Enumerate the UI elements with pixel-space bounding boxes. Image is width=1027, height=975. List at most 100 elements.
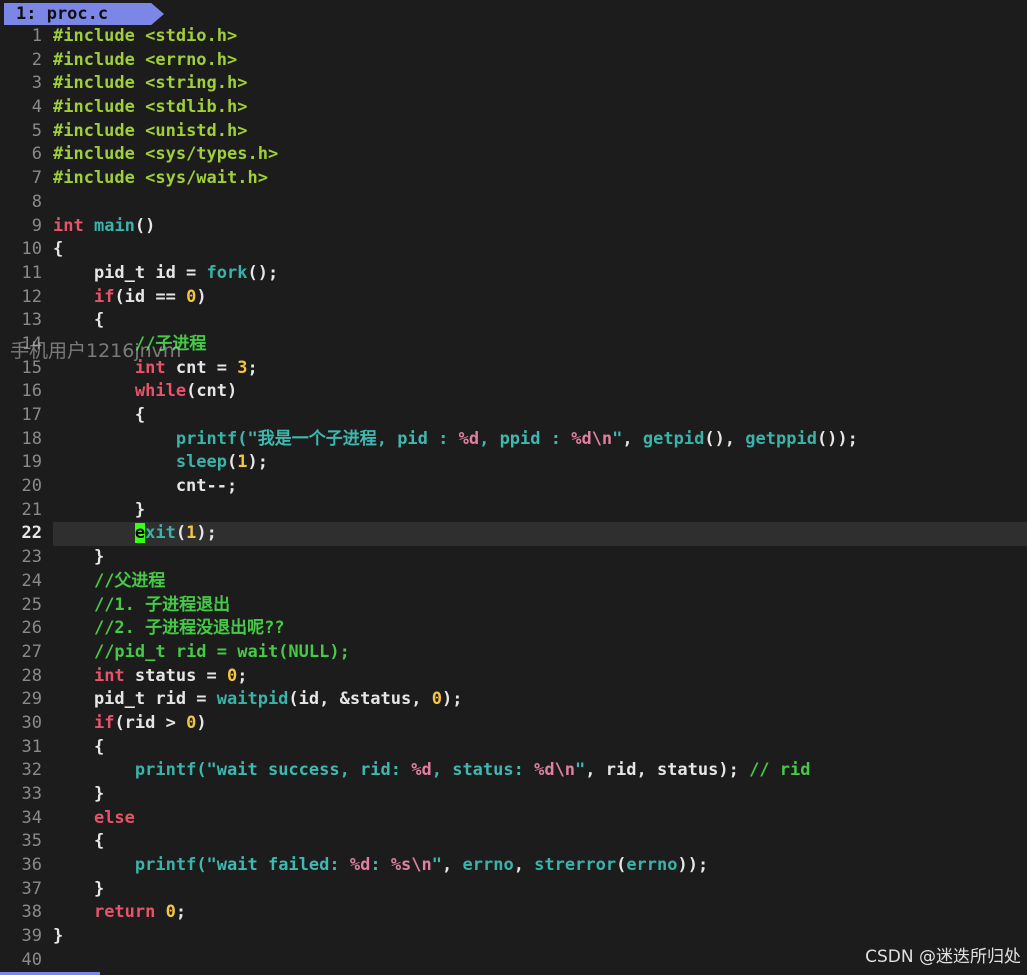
code-line[interactable]: 31 { — [0, 736, 1027, 760]
code-line[interactable]: 9 int main() — [0, 215, 1027, 239]
code-token: while — [134, 381, 187, 402]
line-code: printf("我是一个子进程, pid : %d, ppid : %d\n",… — [53, 428, 858, 452]
line-number: 33 — [21, 784, 42, 804]
code-line[interactable]: 29 pid_t rid = waitpid(id, &status, 0); — [0, 688, 1027, 712]
code-token: { — [53, 310, 105, 331]
code-token: //2. 子进程没退出呢?? — [93, 618, 285, 639]
line-code: else — [53, 807, 135, 831]
line-code: { — [53, 238, 63, 262]
line-number: 10 — [21, 239, 42, 260]
line-number: 25 — [21, 594, 42, 615]
line-number: 34 — [21, 807, 42, 828]
tab-proc-c[interactable]: 1: proc.c — [4, 3, 164, 25]
code-editor[interactable]: 1 #include <stdio.h> 2 #include <errno.h> 3 #… — [0, 25, 1027, 973]
code-line[interactable]: 19 sleep(1); — [0, 451, 1027, 475]
code-token: pid_t rid = — [53, 689, 217, 710]
code-line[interactable]: 10 { — [0, 238, 1027, 262]
code-token: %d — [411, 760, 432, 781]
code-line[interactable]: 32 printf("wait success, rid: %d, status… — [0, 759, 1027, 783]
code-token: 0 — [227, 665, 238, 686]
line-number: 28 — [21, 665, 42, 686]
line-number: 39 — [21, 926, 42, 947]
code-line[interactable]: 25 //1. 子进程退出 — [0, 594, 1027, 618]
code-line[interactable]: 20 cnt--; — [0, 475, 1027, 499]
code-line[interactable]: 8 — [0, 191, 1027, 215]
code-token: return — [93, 902, 156, 923]
code-line[interactable]: 36 printf("wait failed: %d: %s\n", errno… — [0, 854, 1027, 878]
code-line[interactable]: 7 #include <sys/wait.h> — [0, 167, 1027, 191]
code-line[interactable]: 27 //pid_t rid = wait(NULL); — [0, 641, 1027, 665]
code-line[interactable]: 1 #include <stdio.h> — [0, 25, 1027, 49]
code-token: (id == — [114, 286, 187, 307]
code-token: ("wait success, rid: — [196, 760, 412, 781]
code-line[interactable]: 37 } — [0, 878, 1027, 902]
code-line[interactable]: 14 //子进程 — [0, 333, 1027, 357]
line-code: #include <unistd.h> — [53, 120, 247, 144]
line-code: { — [53, 736, 104, 760]
code-token: (cnt) — [186, 381, 238, 402]
text-cursor: e — [134, 523, 146, 544]
line-number: 40 — [21, 949, 42, 970]
code-token: (), — [704, 428, 746, 449]
code-line[interactable]: 16 while(cnt) — [0, 380, 1027, 404]
code-token: status = — [124, 665, 228, 686]
line-code: #include <sys/wait.h> — [53, 167, 268, 191]
code-line[interactable]: 23 } — [0, 546, 1027, 570]
code-token: <sys/types.h> — [145, 144, 279, 165]
line-number: 2 — [31, 49, 42, 70]
code-token: } — [53, 547, 105, 568]
line-code: //pid_t rid = wait(NULL); — [53, 641, 350, 665]
code-line[interactable]: 4 #include <stdlib.h> — [0, 96, 1027, 120]
code-line[interactable]: 18 printf("我是一个子进程, pid : %d, ppid : %d\… — [0, 428, 1027, 452]
line-number: 1 — [31, 26, 42, 46]
code-line[interactable]: 2 #include <errno.h> — [0, 49, 1027, 73]
code-line[interactable]: 34 else — [0, 807, 1027, 831]
line-number: 11 — [21, 262, 42, 283]
code-line[interactable]: 38 return 0; — [0, 901, 1027, 925]
code-line[interactable]: 30 if(rid > 0) — [0, 712, 1027, 736]
code-line[interactable]: 17 { — [0, 404, 1027, 428]
code-token: #include — [53, 97, 146, 118]
code-token: //1. 子进程退出 — [93, 594, 231, 615]
code-line[interactable]: 26 //2. 子进程没退出呢?? — [0, 617, 1027, 641]
code-token: // rid — [749, 760, 811, 781]
tab-bar: 1: proc.c — [0, 0, 1027, 26]
code-line[interactable]: 21 } — [0, 499, 1027, 523]
code-token: { — [53, 736, 105, 757]
code-line[interactable]: 13 { — [0, 309, 1027, 333]
code-line[interactable]: 22 exit(1); — [0, 522, 1027, 547]
code-line[interactable]: 35 { — [0, 830, 1027, 854]
code-token: sleep — [175, 452, 228, 473]
code-token: " — [612, 428, 623, 449]
code-line[interactable]: 6 #include <sys/types.h> — [0, 143, 1027, 167]
line-number: 3 — [31, 73, 42, 94]
code-line[interactable]: 5 #include <unistd.h> — [0, 120, 1027, 144]
code-line[interactable]: 28 int status = 0; — [0, 665, 1027, 689]
line-code: if(id == 0) — [53, 286, 207, 310]
code-token: xit — [145, 523, 176, 544]
code-token: #include — [53, 73, 146, 94]
code-line[interactable]: 12 if(id == 0) — [0, 286, 1027, 310]
code-token: ; — [175, 902, 187, 923]
code-line[interactable]: 15 int cnt = 3; — [0, 357, 1027, 381]
line-code: //子进程 — [53, 333, 206, 357]
line-code: int main() — [53, 215, 155, 239]
code-token: )); — [677, 855, 709, 876]
code-token: main — [93, 215, 135, 236]
code-token: ); — [247, 452, 268, 473]
code-token: //父进程 — [93, 570, 166, 591]
code-token: (); — [247, 262, 279, 283]
line-number: 14 — [21, 333, 42, 354]
code-line[interactable]: 11 pid_t id = fork(); — [0, 262, 1027, 286]
line-number: 38 — [21, 902, 42, 923]
code-token: int — [53, 215, 84, 236]
code-line[interactable]: 3 #include <string.h> — [0, 72, 1027, 96]
code-line[interactable]: 24 //父进程 — [0, 570, 1027, 594]
code-token: 0 — [186, 712, 197, 733]
line-number: 16 — [21, 381, 42, 402]
code-line[interactable]: 33 } — [0, 783, 1027, 807]
